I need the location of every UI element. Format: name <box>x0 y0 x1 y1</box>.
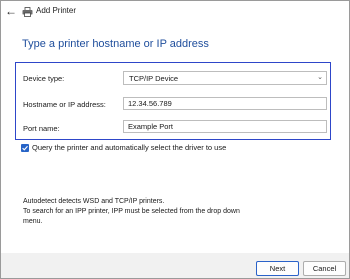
port-name-label: Port name: <box>23 124 60 133</box>
device-type-value: TCP/IP Device <box>129 74 179 83</box>
printer-icon <box>22 7 33 17</box>
hostname-label: Hostname or IP address: <box>23 100 106 109</box>
device-type-select[interactable]: TCP/IP Device ⌄ <box>123 71 327 85</box>
hostname-input[interactable] <box>123 97 327 110</box>
back-arrow-icon[interactable]: ← <box>4 4 18 18</box>
info-line-2: To search for an IPP printer, IPP must b… <box>23 208 240 215</box>
page-heading: Type a printer hostname or IP address <box>22 38 209 50</box>
window-title: Add Printer <box>36 6 77 15</box>
checkmark-icon <box>22 145 28 151</box>
cancel-button[interactable]: Cancel <box>303 261 346 276</box>
device-type-label: Device type: <box>23 74 65 83</box>
chevron-down-icon: ⌄ <box>317 74 323 81</box>
next-button[interactable]: Next <box>256 261 299 276</box>
info-line-3: menu. <box>23 218 43 225</box>
query-printer-label: Query the printer and automatically sele… <box>32 143 227 152</box>
info-line-1: Autodetect detects WSD and TCP/IP printe… <box>23 198 165 205</box>
query-printer-checkbox[interactable] <box>21 144 29 152</box>
port-name-input[interactable] <box>123 120 327 133</box>
title-bar: ← Add Printer <box>1 1 349 23</box>
info-text: Autodetect detects WSD and TCP/IP printe… <box>23 197 323 227</box>
add-printer-dialog: ← Add Printer Type a printer hostname or… <box>0 0 350 279</box>
